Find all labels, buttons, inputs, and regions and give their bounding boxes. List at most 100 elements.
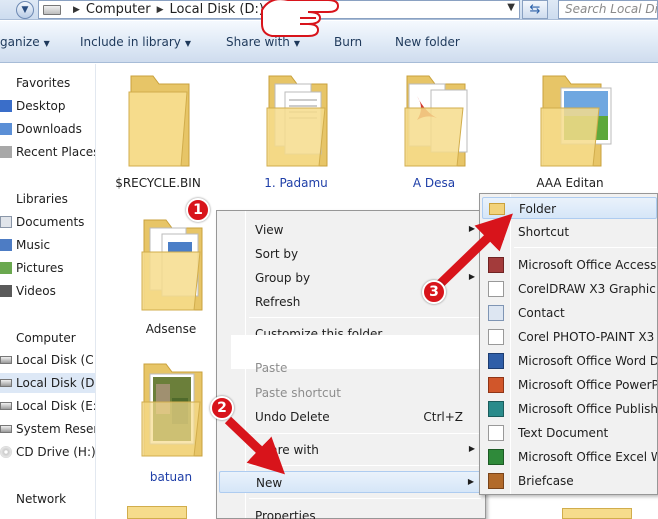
- submenu-arrow-icon: ▶: [468, 272, 475, 281]
- nav-documents[interactable]: Documents: [0, 212, 84, 232]
- folder-icon: [266, 75, 328, 167]
- nav-label: Local Disk (C:): [16, 353, 96, 367]
- folder-icon: [141, 363, 203, 457]
- submenu-item-briefcase[interactable]: Briefcase: [482, 470, 657, 492]
- nav-local-disk-c[interactable]: Local Disk (C:): [0, 350, 96, 370]
- breadcrumb-computer[interactable]: Computer: [86, 2, 151, 17]
- refresh-button[interactable]: ⇆: [522, 0, 548, 19]
- desktop-icon: [0, 100, 12, 112]
- submenu-item-contact[interactable]: Contact: [482, 302, 657, 324]
- submenu-item-coreldraw[interactable]: CorelDRAW X3 Graphic: [482, 278, 657, 300]
- menu-item-new[interactable]: New ▶: [219, 471, 483, 493]
- menu-label: CorelDRAW X3 Graphic: [518, 282, 656, 296]
- breadcrumb-separator[interactable]: ▶: [157, 5, 164, 15]
- address-dropdown-icon[interactable]: ▼: [507, 2, 515, 13]
- breadcrumb-separator[interactable]: ▶: [270, 5, 277, 15]
- folder-item-batuan[interactable]: batuan: [116, 358, 226, 484]
- submenu-item-powerpoint[interactable]: Microsoft Office PowerPoint Presentation: [482, 374, 657, 396]
- folder-item-aaa-editan[interactable]: AAA Editan: [515, 70, 625, 190]
- new-folder-button[interactable]: New folder: [395, 35, 460, 49]
- nav-downloads[interactable]: Downloads: [0, 119, 82, 139]
- nav-network[interactable]: Network: [0, 489, 66, 509]
- menu-label: Microsoft Office Access 2007 Database: [518, 258, 657, 272]
- menu-item-undo-delete[interactable]: Undo Delete Ctrl+Z: [219, 406, 483, 428]
- nav-cd-drive[interactable]: CD Drive (H:): [0, 442, 95, 462]
- nav-libraries[interactable]: Libraries: [0, 189, 68, 209]
- search-input[interactable]: Search Local Disk (D:): [558, 0, 658, 19]
- blank-document-icon: [488, 329, 504, 345]
- breadcrumb-local-disk-d[interactable]: Local Disk (D:): [169, 2, 263, 17]
- text-document-icon: [488, 425, 504, 441]
- share-with-menu[interactable]: Share with ▼: [226, 35, 300, 49]
- nav-recent-places[interactable]: Recent Places: [0, 142, 95, 162]
- menu-label: New: [256, 476, 283, 490]
- nav-videos[interactable]: Videos: [0, 281, 56, 301]
- menu-item-sort-by[interactable]: Sort by ▶: [219, 243, 483, 265]
- submenu-item-text[interactable]: Text Document: [482, 422, 657, 444]
- folder-icon[interactable]: [127, 506, 187, 519]
- step-badge-2: 2: [210, 396, 234, 420]
- nav-label: System Reserved: [16, 422, 95, 436]
- menu-item-paste-shortcut[interactable]: Paste shortcut: [219, 382, 483, 404]
- organize-label: ganize: [0, 35, 40, 49]
- refresh-icon: ⇆: [529, 2, 541, 17]
- nav-computer[interactable]: Computer: [0, 328, 76, 348]
- menu-item-paste[interactable]: Paste: [219, 357, 483, 379]
- nav-local-disk-e[interactable]: Local Disk (E:): [0, 396, 95, 416]
- folder-icon: [128, 75, 190, 167]
- music-icon: [0, 239, 12, 251]
- menu-item-share-with[interactable]: Share with ▶: [219, 439, 483, 461]
- recent-places-icon: [0, 146, 12, 158]
- folder-item-padamu[interactable]: 1. Padamu: [241, 70, 351, 190]
- excel-icon: [488, 449, 504, 465]
- menu-label: Text Document: [518, 426, 609, 440]
- folder-item-recycle-bin[interactable]: $RECYCLE.BIN: [103, 70, 213, 190]
- chevron-down-icon: ▼: [293, 39, 301, 48]
- menu-separator: [249, 498, 481, 499]
- nav-favorites[interactable]: Favorites: [0, 73, 70, 93]
- folder-icon[interactable]: [562, 508, 632, 519]
- include-in-library-menu[interactable]: Include in library ▼: [80, 35, 191, 49]
- chevron-down-icon: ▼: [21, 5, 29, 15]
- nav-local-disk-d[interactable]: Local Disk (D:): [0, 373, 95, 393]
- nav-pictures[interactable]: Pictures: [0, 258, 64, 278]
- menu-label: Corel PHOTO-PAINT X3 Image: [518, 330, 657, 344]
- organize-menu[interactable]: ganize ▼: [0, 35, 50, 49]
- submenu-item-shortcut[interactable]: Shortcut: [482, 221, 657, 243]
- submenu-item-word[interactable]: Microsoft Office Word Document: [482, 350, 657, 372]
- menu-separator: [249, 317, 481, 318]
- burn-label: Burn: [334, 35, 363, 49]
- submenu-item-folder[interactable]: Folder: [482, 197, 657, 219]
- menu-label: Microsoft Office Publisher Document: [518, 402, 658, 416]
- command-bar: ganize ▼ Include in library ▼ Share with ▼ …: [0, 21, 658, 63]
- nav-system-reserved[interactable]: System Reserved: [0, 419, 95, 439]
- breadcrumb-separator[interactable]: ▶: [73, 5, 80, 15]
- nav-label: Favorites: [16, 76, 71, 90]
- address-field[interactable]: ▶ Computer ▶ Local Disk (D:) ▶ ▼: [38, 0, 520, 19]
- menu-item-properties[interactable]: Properties: [219, 505, 483, 519]
- menu-label: Briefcase: [518, 474, 574, 488]
- folder-item-a-desa[interactable]: A Desa: [379, 70, 489, 190]
- submenu-arrow-icon: ▶: [468, 248, 475, 257]
- nav-music[interactable]: Music: [0, 235, 50, 255]
- folder-icon: [404, 75, 468, 167]
- menu-shortcut: Ctrl+Z: [423, 410, 463, 424]
- submenu-item-corel-photopaint[interactable]: Corel PHOTO-PAINT X3 Image: [482, 326, 657, 348]
- menu-separator: [249, 465, 481, 466]
- forward-button[interactable]: ▼: [16, 1, 34, 19]
- blank-document-icon: [488, 281, 504, 297]
- folder-item-adsense[interactable]: Adsense: [116, 214, 226, 336]
- submenu-arrow-icon: ▶: [467, 477, 474, 486]
- new-submenu: Folder Shortcut Microsoft Office Access …: [479, 193, 658, 495]
- submenu-item-excel[interactable]: Microsoft Office Excel Worksheet: [482, 446, 657, 468]
- computer-icon: [43, 4, 61, 15]
- menu-item-view[interactable]: View ▶: [219, 219, 483, 241]
- burn-button[interactable]: Burn: [334, 35, 362, 49]
- submenu-item-publisher[interactable]: Microsoft Office Publisher Document: [482, 398, 658, 420]
- file-name: batuan: [149, 470, 193, 484]
- chevron-down-icon: ▼: [43, 39, 50, 48]
- libraries-icon: [0, 193, 12, 205]
- nav-label: Network: [16, 492, 67, 506]
- nav-desktop[interactable]: Desktop: [0, 96, 66, 116]
- submenu-item-access[interactable]: Microsoft Office Access 2007 Database: [482, 254, 657, 276]
